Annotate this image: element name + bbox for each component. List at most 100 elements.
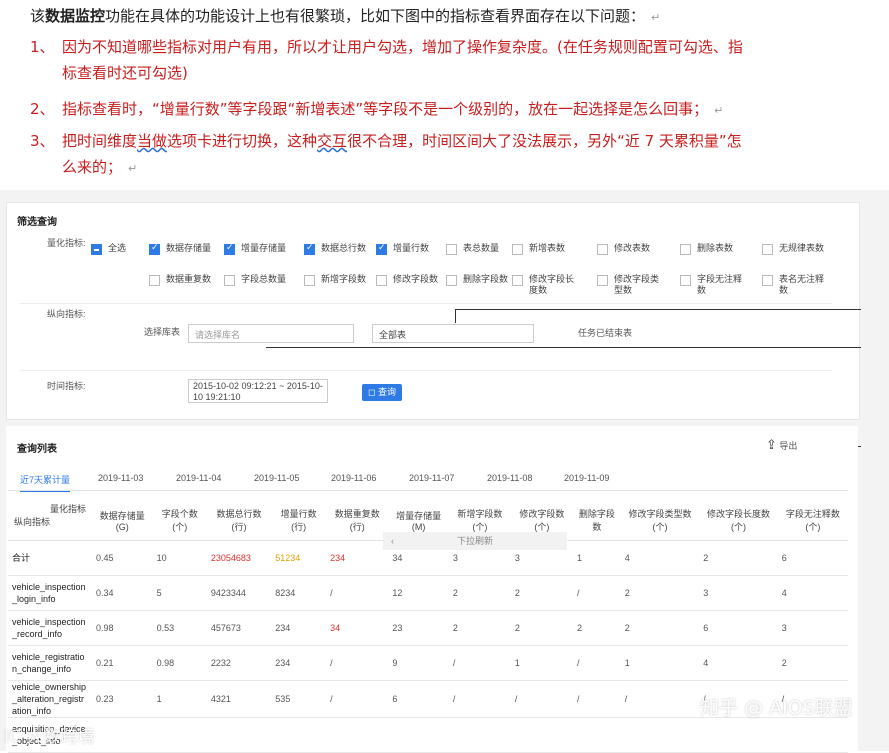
row-name: vehicle_ownership_alteration_registratio… xyxy=(8,680,92,718)
metric-checkbox[interactable] xyxy=(512,244,523,255)
table-cell xyxy=(206,717,272,753)
table-cell xyxy=(699,717,778,753)
table-cell: / xyxy=(326,575,389,611)
column-header[interactable]: 数据存储量(G) xyxy=(92,500,153,541)
time-label: 时间指标: xyxy=(47,381,86,391)
table-cell: / xyxy=(572,645,621,681)
metric-checkbox[interactable] xyxy=(597,275,608,286)
column-header[interactable]: 字段无注释数(个) xyxy=(777,500,848,541)
metric-checkbox[interactable] xyxy=(376,275,387,286)
table-cell: / xyxy=(510,680,573,718)
metric-checkbox-label: 数据存储量 xyxy=(166,243,212,253)
table-cell xyxy=(777,717,848,753)
column-header[interactable]: 修改字段类型数(个) xyxy=(620,500,700,541)
table-cell: 2 xyxy=(620,575,700,611)
table-cell: / xyxy=(572,680,621,718)
table-cell xyxy=(448,717,511,753)
table-cell: 0.98 xyxy=(92,610,153,646)
table-cell: / xyxy=(448,680,511,718)
column-header[interactable]: 数据重复数(行) xyxy=(326,500,389,541)
date-tab[interactable]: 2019-11-03 xyxy=(98,473,143,483)
query-button[interactable]: ◻ 查询 xyxy=(362,384,402,401)
column-header[interactable]: 数据总行数(行) xyxy=(206,500,272,541)
metric-checkbox[interactable] xyxy=(149,243,160,255)
row-name: vehicle_registration_change_info xyxy=(8,645,92,681)
table-cell: / xyxy=(326,645,389,681)
column-header[interactable]: 删除字段数 xyxy=(572,500,621,541)
issue-1: 1、 因为不知道哪些指标对用户有用，所以才让用户勾选，增加了操作复杂度。(在任务规… xyxy=(30,38,743,82)
metric-checkbox[interactable] xyxy=(91,244,102,255)
table-cell: 23054683 xyxy=(206,540,272,576)
metric-checkbox-label: 字段无注释数 xyxy=(697,274,743,295)
task-status: 任务已结束表 xyxy=(578,328,633,338)
metric-checkbox[interactable] xyxy=(680,275,691,286)
table-row[interactable]: acquisition_device_object_info xyxy=(8,717,848,753)
table-cell: 2 xyxy=(448,575,511,611)
filter-title: 筛选查询 xyxy=(17,217,57,228)
table-cell: 3 xyxy=(777,610,848,646)
metric-checkbox[interactable] xyxy=(512,275,523,286)
date-tab[interactable]: 2019-11-07 xyxy=(409,473,454,483)
metric-checkbox[interactable] xyxy=(762,244,773,255)
table-select[interactable]: 全部表 xyxy=(372,324,534,343)
metric-checkbox-label: 数据重复数 xyxy=(166,274,212,284)
metric-checkbox-label: 修改字段类型数 xyxy=(614,274,660,295)
table-cell: 0.23 xyxy=(92,680,153,718)
table-cell: 535 xyxy=(271,680,327,718)
metric-checkbox-label: 删除字段数 xyxy=(463,274,509,284)
filter-panel xyxy=(6,202,860,420)
time-range-input[interactable]: 2015-10-02 09:12:21 ~ 2015-10-10 19:21:1… xyxy=(188,379,328,403)
column-header[interactable]: 修改字段长度数(个) xyxy=(699,500,778,541)
table-cell xyxy=(92,717,153,753)
table-row[interactable]: vehicle_registration_change_info 0.21 0.98… xyxy=(8,645,848,681)
row-name: 合计 xyxy=(8,540,92,576)
table-cell: 234 xyxy=(271,610,327,646)
metric-checkbox[interactable] xyxy=(149,275,160,286)
export-icon: ⇪ xyxy=(766,437,777,452)
watermark-left: IC 大数跨境 xyxy=(4,727,95,747)
date-tab[interactable]: 2019-11-08 xyxy=(487,473,532,483)
corner-header: 量化指标 纵向指标 xyxy=(8,500,92,541)
date-tab[interactable]: 2019-11-04 xyxy=(176,473,221,483)
export-button[interactable]: ⇪ 导出 xyxy=(766,438,797,453)
table-cell: 4 xyxy=(777,575,848,611)
table-row[interactable]: vehicle_inspection_record_info 0.98 0.53 45… xyxy=(8,610,848,646)
metric-checkbox[interactable] xyxy=(224,243,235,255)
table-cell: / xyxy=(620,680,700,718)
metric-checkbox[interactable] xyxy=(597,244,608,255)
metric-checkbox-label: 新增表数 xyxy=(529,243,566,253)
row-name: vehicle_inspection_login_info xyxy=(8,575,92,611)
table-cell: 51234 xyxy=(271,540,327,576)
db-label: 选择库表 xyxy=(144,327,181,337)
table-cell xyxy=(620,717,700,753)
metric-checkbox[interactable] xyxy=(446,275,457,286)
date-tab[interactable]: 2019-11-06 xyxy=(331,473,376,483)
column-header[interactable]: 字段个数(个) xyxy=(152,500,207,541)
date-tab[interactable]: 2019-11-05 xyxy=(254,473,299,483)
table-row[interactable]: vehicle_inspection_login_info 0.34 5 942334… xyxy=(8,575,848,611)
annotation-line xyxy=(266,347,861,348)
table-cell: 4 xyxy=(699,645,778,681)
metric-checkbox[interactable] xyxy=(376,243,387,255)
embedded-screenshot: 筛选查询 量化指标: 全选数据存储量增量存储量数据总行数增量行数表总数量新增表数… xyxy=(0,190,889,753)
table-cell: 4 xyxy=(620,540,700,576)
table-cell xyxy=(572,717,621,753)
metric-checkbox[interactable] xyxy=(224,275,235,286)
table-cell: 1 xyxy=(572,540,621,576)
metric-checkbox[interactable] xyxy=(304,275,315,286)
metric-checkbox-label: 无规律表数 xyxy=(779,243,825,253)
metric-checkbox[interactable] xyxy=(762,275,773,286)
metric-checkbox-label: 修改表数 xyxy=(614,243,651,253)
metric-checkbox[interactable] xyxy=(304,243,315,255)
table-cell: 3 xyxy=(699,575,778,611)
metric-checkbox[interactable] xyxy=(446,244,457,255)
metric-checkbox-label: 表名无注释数 xyxy=(779,274,825,295)
date-tab[interactable]: 2019-11-09 xyxy=(564,473,609,483)
metric-checkbox-label: 新增字段数 xyxy=(321,274,367,284)
table-cell: / xyxy=(448,645,511,681)
db-select[interactable]: 请选择库名 xyxy=(188,324,354,343)
column-header[interactable]: 增量行数(行) xyxy=(271,500,327,541)
intro-line: 该数据监控功能在具体的功能设计上也有很繁琐，比如下图中的指标查看界面存在以下问题… xyxy=(30,7,661,25)
table-cell: 1 xyxy=(620,645,700,681)
metric-checkbox[interactable] xyxy=(680,244,691,255)
